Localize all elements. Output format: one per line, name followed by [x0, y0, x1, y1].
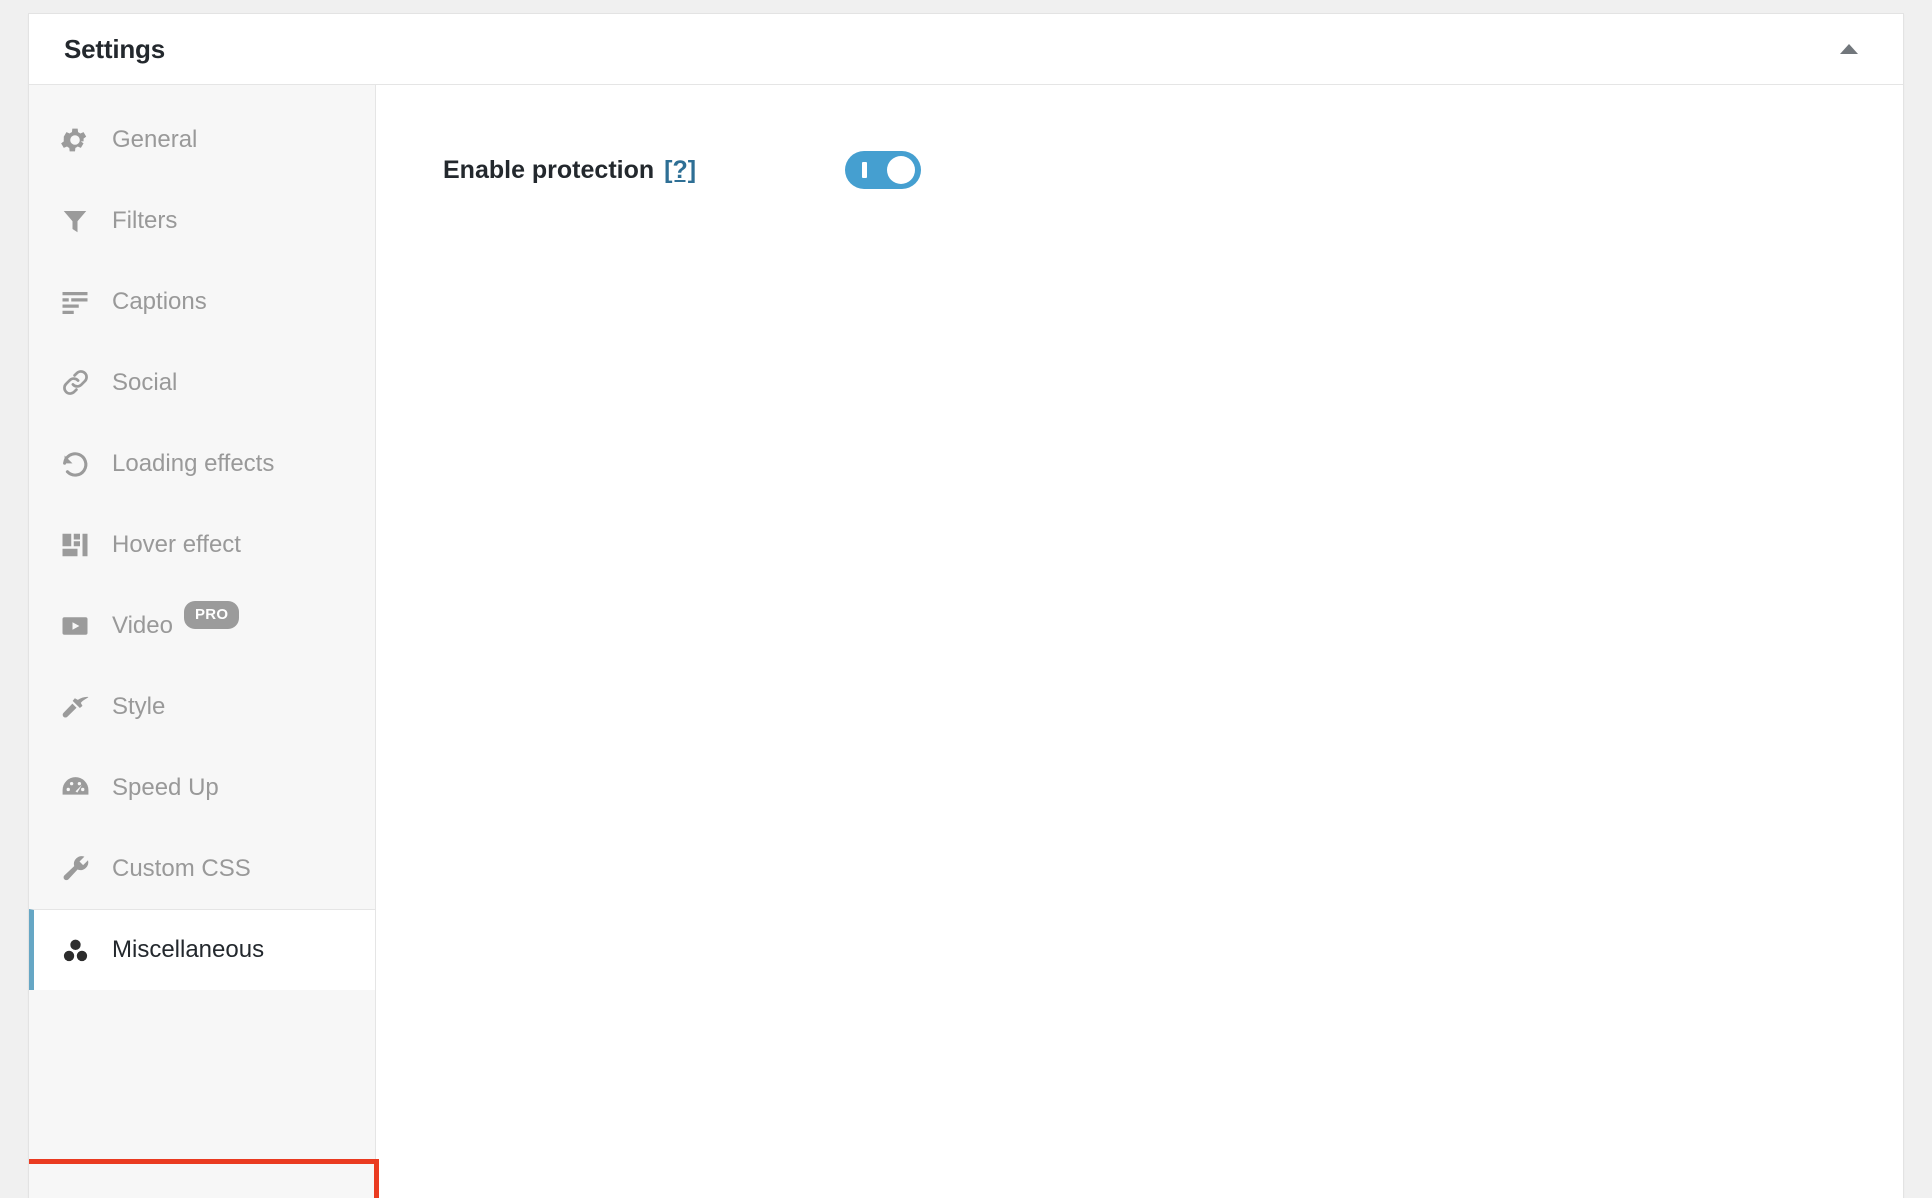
wrench-icon [58, 852, 92, 886]
gauge-icon [58, 771, 92, 805]
toggle-on-mark [862, 162, 867, 178]
sidebar-item-miscellaneous[interactable]: Miscellaneous [29, 909, 375, 990]
rotate-ccw-icon [58, 447, 92, 481]
sidebar-item-label: Filters [112, 206, 178, 234]
annotation-highlight-box [29, 1159, 379, 1198]
sidebar-item-custom-css[interactable]: Custom CSS [29, 828, 375, 909]
sidebar-item-label: Custom CSS [112, 854, 251, 882]
settings-panel: Settings General Filters Captions Social… [28, 13, 1904, 1198]
help-link[interactable]: [?] [664, 156, 696, 184]
layout-grid-icon [58, 528, 92, 562]
text-lines-icon [58, 285, 92, 319]
pro-badge: PRO [183, 600, 240, 629]
funnel-icon [58, 204, 92, 238]
sidebar-item-general[interactable]: General [29, 99, 375, 180]
sidebar-item-loading-effects[interactable]: Loading effects [29, 423, 375, 504]
enable-protection-row: Enable protection [?] [443, 151, 1903, 189]
sidebar-item-filters[interactable]: Filters [29, 180, 375, 261]
sidebar-item-label: Hover effect [112, 530, 241, 558]
sidebar-item-label: General [112, 125, 198, 153]
sidebar-item-label: Video [112, 611, 173, 639]
enable-protection-toggle[interactable] [845, 151, 921, 189]
sidebar-item-label: Social [112, 368, 178, 396]
caret-up-icon [1840, 44, 1858, 54]
sidebar-item-captions[interactable]: Captions [29, 261, 375, 342]
link-icon [58, 366, 92, 400]
sidebar-item-label: Loading effects [112, 449, 275, 477]
sidebar-item-label: Miscellaneous [112, 936, 265, 963]
settings-sidebar: General Filters Captions Social Loading … [29, 85, 379, 1198]
sidebar-item-style[interactable]: Style [29, 666, 375, 747]
sidebar-item-hover-effect[interactable]: Hover effect [29, 504, 375, 585]
panel-header: Settings [29, 14, 1903, 85]
three-dots-cluster-icon [58, 933, 92, 967]
page-title: Settings [64, 34, 165, 64]
collapse-toggle-button[interactable] [1829, 29, 1869, 69]
play-box-icon [58, 609, 92, 643]
sidebar-item-label: Speed Up [112, 773, 219, 801]
sidebar-item-label: Style [112, 692, 166, 720]
sidebar-item-label: Captions [112, 287, 207, 315]
sidebar-item-video[interactable]: Video PRO [29, 585, 375, 666]
panel-body: General Filters Captions Social Loading … [29, 85, 1903, 1198]
settings-content: Enable protection [?] [376, 85, 1903, 1198]
toggle-knob [887, 156, 915, 184]
enable-protection-label: Enable protection [?] [443, 155, 823, 184]
gear-icon [58, 123, 92, 157]
sidebar-item-speed-up[interactable]: Speed Up [29, 747, 375, 828]
sidebar-item-social[interactable]: Social [29, 342, 375, 423]
field-label-text: Enable protection [443, 155, 655, 184]
paint-brush-icon [58, 690, 92, 724]
